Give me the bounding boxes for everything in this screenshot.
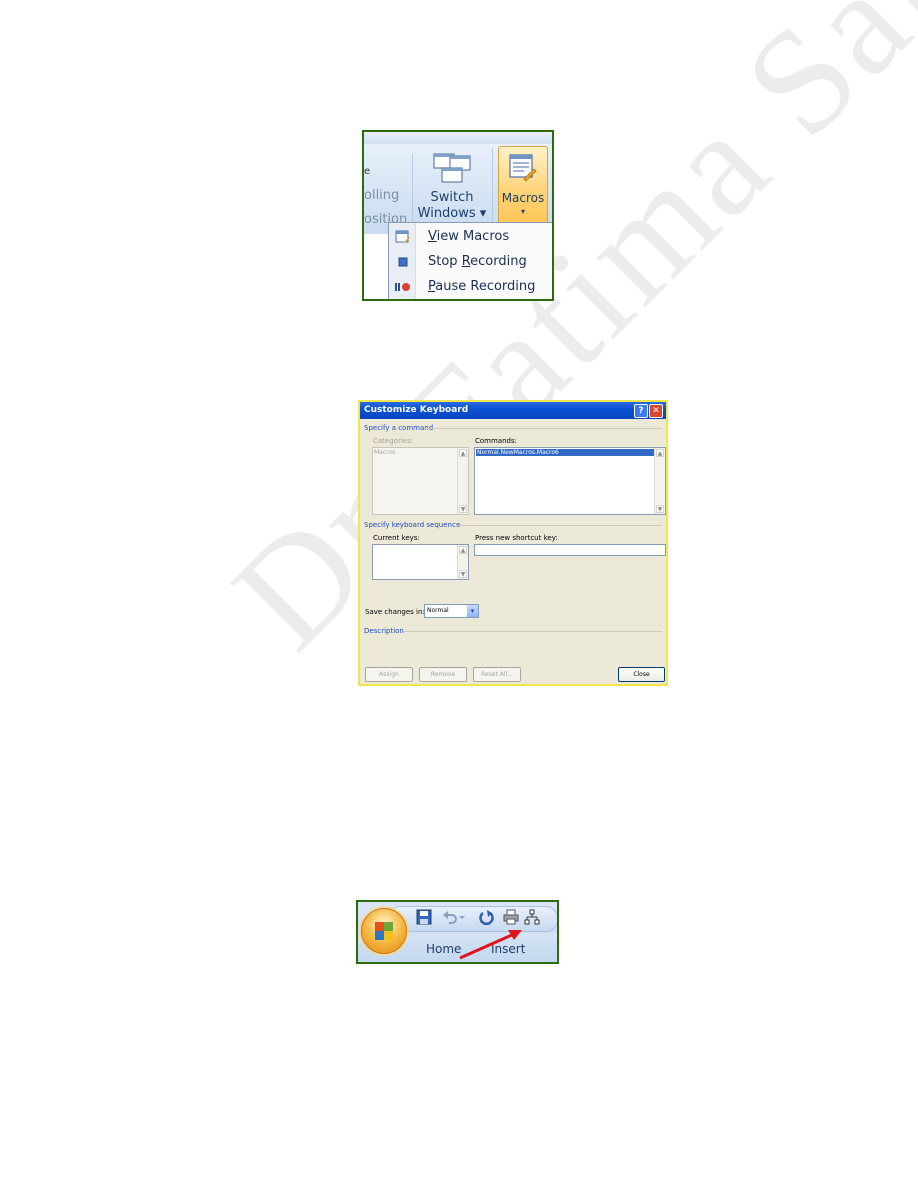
switch-windows-label-2: Windows ▾ — [417, 206, 487, 221]
chevron-up-icon[interactable]: ▲ — [459, 546, 467, 554]
macros-ribbon-screenshot: e olling osition Switch Windows ▾ Macros… — [362, 130, 554, 301]
tab-home[interactable]: Home — [426, 942, 461, 956]
save-icon[interactable] — [416, 909, 432, 925]
menu-item-view-macros[interactable]: View Macros — [389, 225, 552, 249]
list-item-selected[interactable]: Normal.NewMacros.Macro6 — [476, 449, 654, 456]
macros-button[interactable]: Macros ▾ — [498, 146, 548, 234]
chevron-up-icon[interactable]: ▲ — [656, 449, 664, 457]
menu-item-label: View Macros — [428, 229, 510, 244]
save-changes-value: Normal — [427, 607, 449, 614]
partial-text: e — [364, 166, 371, 177]
save-changes-label: Save changes in: — [365, 608, 425, 616]
chevron-down-icon[interactable]: ▼ — [459, 570, 467, 578]
section-keyboard-sequence: Specify keyboard sequence — [364, 521, 461, 529]
macros-label: Macros — [501, 191, 545, 205]
customize-keyboard-dialog: Customize Keyboard ? ✕ Specify a command… — [358, 400, 668, 686]
menu-item-pause-recording[interactable]: Pause Recording — [389, 275, 552, 299]
help-icon[interactable]: ? — [634, 404, 648, 418]
categories-label: Categories: — [373, 437, 414, 445]
menu-item-label: Stop Recording — [428, 254, 527, 269]
shortcut-key-input[interactable] — [474, 544, 666, 556]
section-description: Description — [364, 627, 404, 635]
dialog-title: Customize Keyboard — [364, 405, 469, 415]
ribbon-view-tab-body: e olling osition Switch Windows ▾ Macros… — [364, 144, 552, 234]
remove-button[interactable]: Remove — [419, 667, 467, 682]
menu-item-stop-recording[interactable]: Stop Recording — [389, 250, 552, 274]
switch-windows-icon — [433, 153, 471, 183]
commands-label: Commands: — [475, 437, 517, 445]
chevron-up-icon: ▲ — [459, 449, 467, 457]
chevron-down-icon: ▾ — [520, 207, 525, 216]
current-keys-listbox[interactable]: ▲ ▼ — [372, 544, 469, 580]
list-item: Macros — [374, 449, 396, 456]
group-separator — [492, 148, 493, 230]
partial-label-scrolling[interactable]: olling — [364, 188, 399, 203]
undo-icon[interactable] — [442, 909, 458, 925]
categories-listbox: Macros ▲ ▼ — [372, 447, 469, 515]
pause-record-icon — [395, 283, 410, 291]
commands-listbox[interactable]: Normal.NewMacros.Macro6 ▲ ▼ — [474, 447, 666, 515]
chevron-down-icon: ▼ — [459, 505, 467, 513]
macros-dropdown-menu: View Macros Stop Recording Pause Recordi… — [388, 222, 552, 299]
red-arrow-icon — [459, 930, 522, 960]
assign-button[interactable]: Assign — [365, 667, 413, 682]
close-icon[interactable]: ✕ — [649, 404, 663, 418]
macros-icon — [509, 154, 537, 182]
chevron-down-icon[interactable]: ▾ — [467, 605, 478, 617]
office-button-icon — [375, 922, 393, 940]
switch-windows-label-1: Switch — [430, 190, 474, 205]
section-specify-command: Specify a command — [364, 424, 434, 432]
divider — [456, 525, 662, 526]
current-keys-label: Current keys: — [373, 534, 420, 542]
divider — [424, 428, 662, 429]
reset-all-button[interactable]: Reset All... — [473, 667, 521, 682]
chevron-down-icon[interactable]: ▼ — [656, 505, 664, 513]
view-macros-icon — [395, 230, 410, 243]
save-changes-select[interactable]: Normal ▾ — [424, 604, 479, 618]
scrollbar[interactable]: ▲ ▼ — [457, 545, 468, 579]
menu-item-label: Pause Recording — [428, 279, 536, 294]
stop-icon — [398, 257, 408, 267]
quick-access-toolbar-screenshot: Home Insert — [356, 900, 559, 964]
scrollbar: ▲ ▼ — [457, 448, 468, 514]
press-shortcut-label: Press new shortcut key: — [475, 534, 558, 542]
close-button[interactable]: Close — [618, 667, 665, 682]
dialog-titlebar: Customize Keyboard ? ✕ — [360, 402, 666, 419]
office-button[interactable] — [361, 908, 407, 954]
divider — [404, 631, 662, 632]
scrollbar[interactable]: ▲ ▼ — [654, 448, 665, 514]
